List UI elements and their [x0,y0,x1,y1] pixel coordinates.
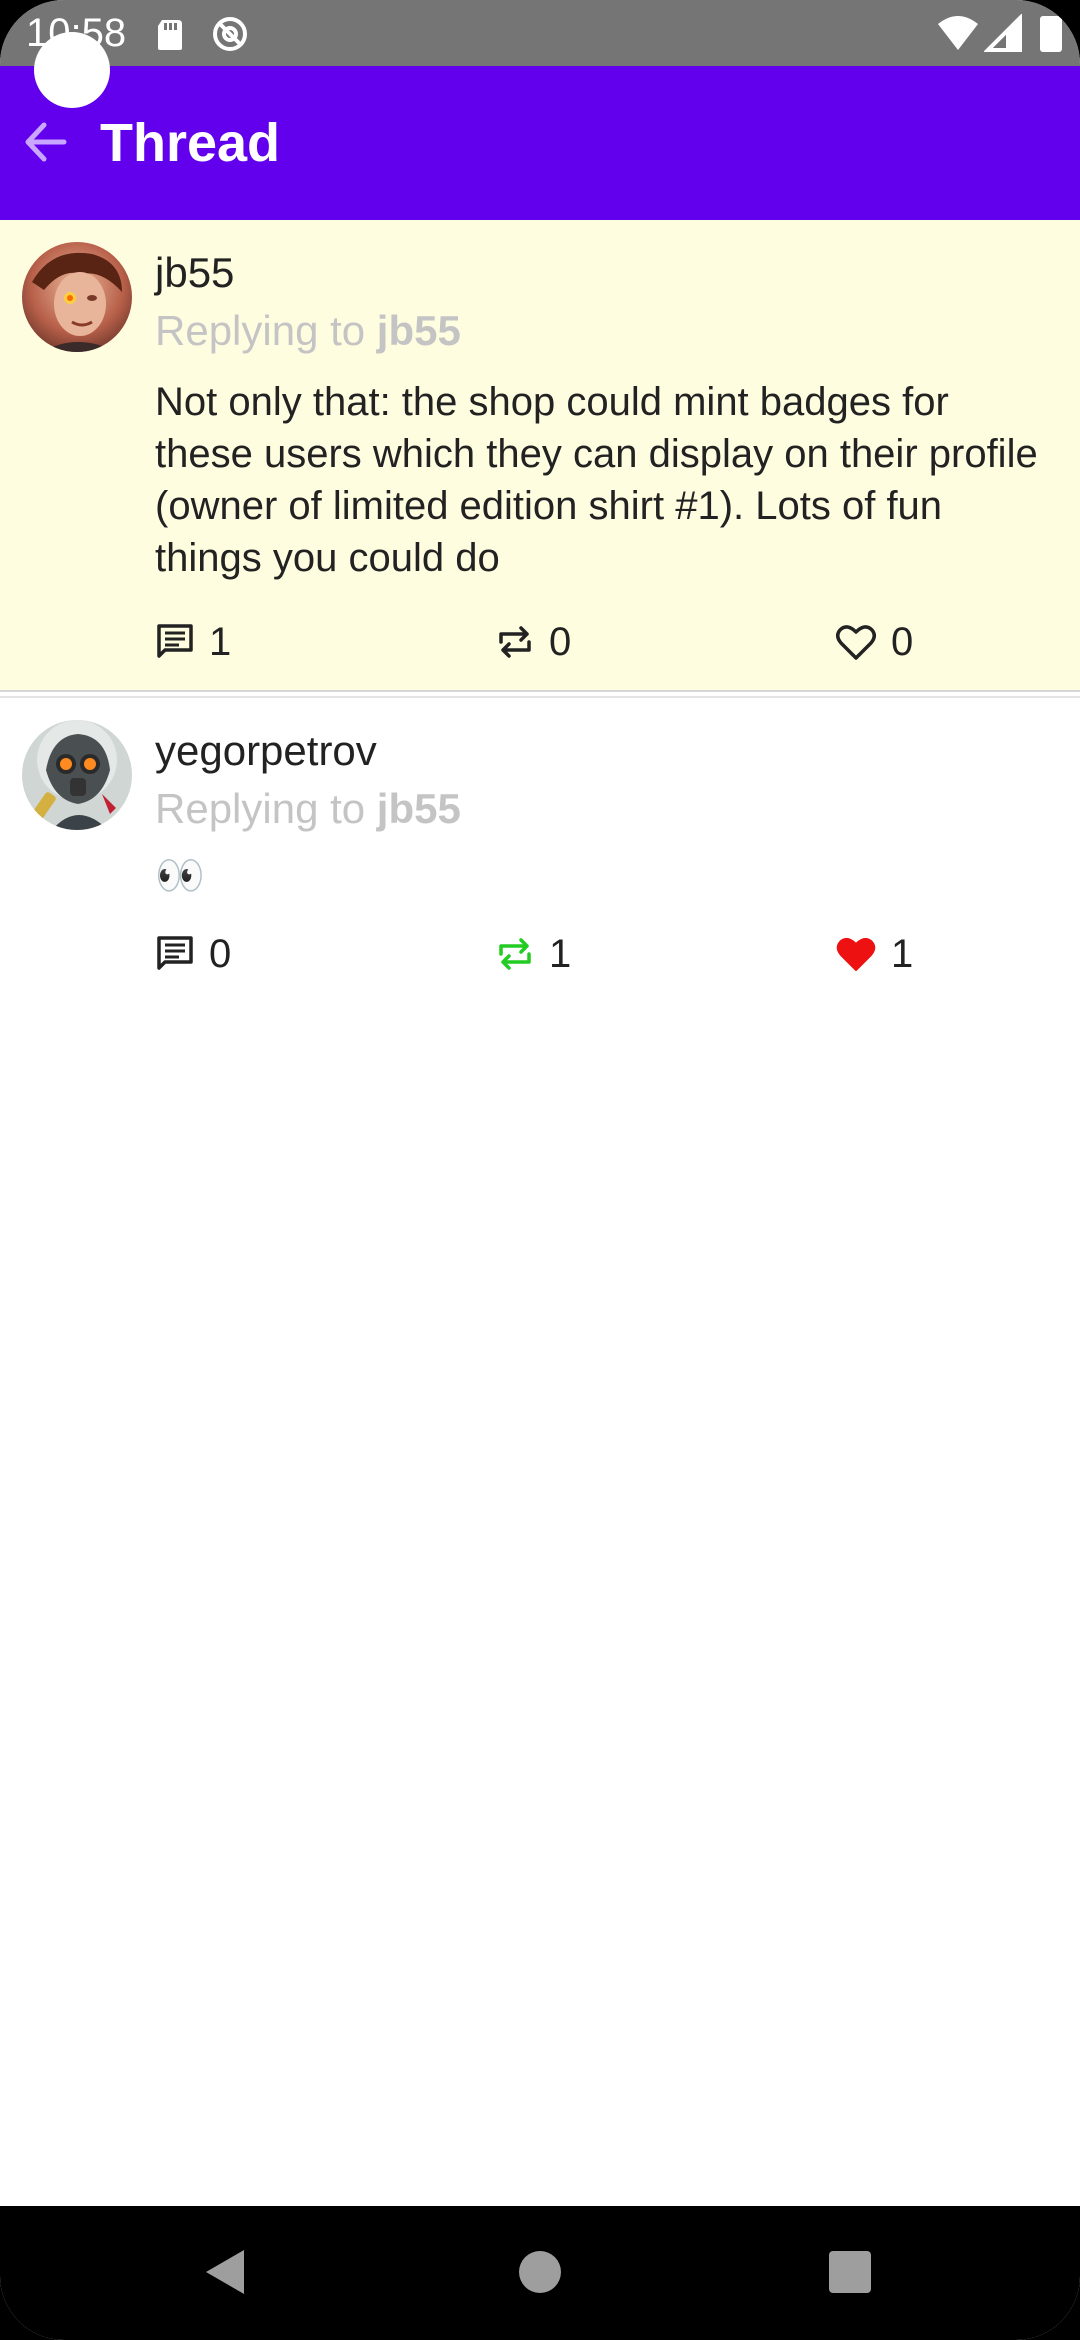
replying-to-user[interactable]: jb55 [377,307,461,354]
wifi-icon [936,14,978,54]
post-username[interactable]: yegorpetrov [155,726,377,776]
comment-icon [155,622,195,662]
signal-icon [983,13,1024,54]
avatar[interactable] [22,242,132,352]
replying-to-prefix: Replying to [155,307,377,354]
post-actions: 1 0 0 [155,612,1055,672]
post-username[interactable]: jb55 [155,248,234,298]
touch-indicator [34,32,110,108]
replying-to-user[interactable]: jb55 [377,785,461,832]
heart-outline-icon [835,622,877,662]
system-nav-bar [0,2206,1080,2340]
repost-count: 0 [549,620,572,664]
repost-icon [495,934,535,974]
like-count: 0 [891,620,914,664]
repost-icon [495,622,535,662]
like-count: 1 [891,932,914,976]
replying-to: Replying to jb55 [155,306,461,356]
post-actions: 0 1 1 [155,924,1055,984]
back-triangle-icon[interactable] [196,2242,256,2302]
home-circle-icon[interactable] [510,2242,570,2302]
comment-icon [155,934,195,974]
page-title: Thread [100,113,281,173]
battery-icon [1036,14,1076,54]
reply-button[interactable]: 1 [155,612,231,672]
like-button[interactable]: 1 [835,924,913,984]
avatar[interactable] [22,720,132,830]
sd-card-icon [150,14,190,54]
repost-button[interactable]: 1 [495,924,571,984]
thread-post[interactable]: jb55 Replying to jb55 Not only that: the… [0,220,1080,690]
recents-square-icon[interactable] [820,2242,880,2302]
screen: 10:58 Thread [0,0,1080,2340]
heart-filled-icon [835,934,877,974]
post-text: 👀 [155,854,205,898]
like-button[interactable]: 0 [835,612,913,672]
app-bar: Thread [0,66,1080,220]
divider [0,690,1080,698]
thread-post[interactable]: yegorpetrov Replying to jb55 👀 0 1 1 [0,698,1080,1008]
arrow-left-icon[interactable] [14,110,78,174]
repost-button[interactable]: 0 [495,612,571,672]
reply-button[interactable]: 0 [155,924,231,984]
replying-to-prefix: Replying to [155,785,377,832]
reply-count: 1 [209,620,232,664]
post-text: Not only that: the shop could mint badge… [155,380,1038,580]
repost-count: 1 [549,932,572,976]
status-bar: 10:58 [0,0,1080,66]
at-sign-icon [210,14,250,54]
replying-to: Replying to jb55 [155,784,461,834]
reply-count: 0 [209,932,232,976]
